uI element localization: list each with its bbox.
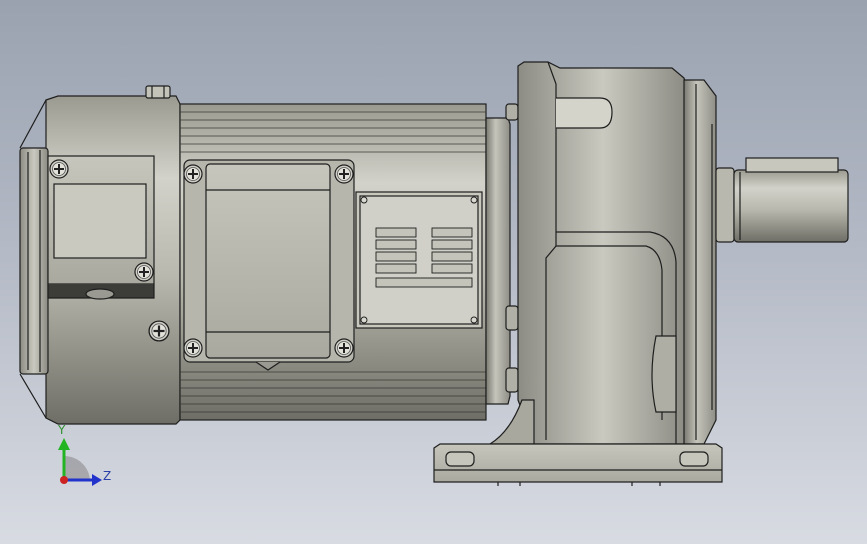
axis-triad-icon — [58, 438, 102, 486]
phillips-screw-icon — [148, 320, 170, 342]
phillips-screw-icon — [134, 262, 154, 282]
phillips-screw-icon — [334, 164, 354, 184]
phillips-screw-icon — [334, 338, 354, 358]
phillips-screw-icon — [183, 164, 203, 184]
gear-motor-model[interactable] — [0, 0, 867, 544]
phillips-screw-icon — [183, 338, 203, 358]
axis-z-label: Z — [103, 469, 112, 483]
axis-y-label: Y — [58, 423, 66, 437]
cad-viewport[interactable]: Y Z — [0, 0, 867, 544]
phillips-screw-icon — [49, 159, 69, 179]
